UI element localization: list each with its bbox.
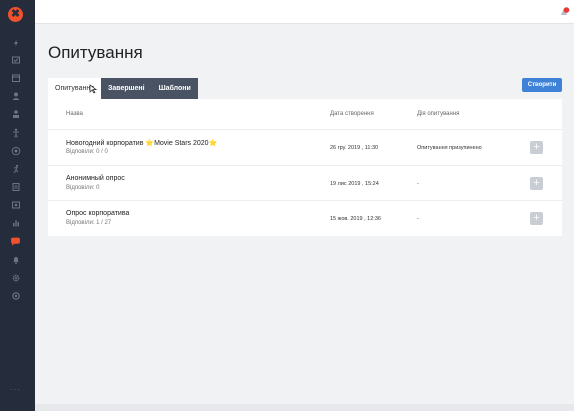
survey-name[interactable]: Анонимный опрос: [66, 175, 125, 182]
add-button[interactable]: +: [530, 212, 543, 225]
survey-action: -: [417, 216, 419, 222]
table-row[interactable]: Новогодний корпоратив ⭐Movie Stars 2020⭐…: [48, 129, 562, 165]
settings-icon[interactable]: [9, 289, 22, 302]
page-title: Опитування: [48, 43, 143, 62]
chat-icon[interactable]: [9, 235, 22, 248]
add-button[interactable]: +: [530, 141, 543, 154]
sidebar: ✖ ···: [0, 0, 35, 411]
column-header-date: Дата створення: [330, 111, 374, 117]
app-logo[interactable]: ✖: [8, 7, 23, 22]
survey-date: 26 гру. 2019 , 11:30: [330, 145, 379, 151]
person-icon[interactable]: [9, 126, 22, 139]
notification-icon[interactable]: [558, 6, 570, 18]
survey-date: 19 лис 2019 , 15:24: [330, 181, 379, 187]
table-row[interactable]: Опрос корпоратива Відповіли: 1 / 27 15 ж…: [48, 200, 562, 236]
create-button[interactable]: Створити: [522, 78, 562, 92]
table-row[interactable]: Анонимный опрос Відповіли: 0 19 лис 2019…: [48, 165, 562, 201]
survey-action: Опитування призупинено: [417, 145, 482, 151]
mouse-cursor-icon: [89, 84, 97, 94]
user-icon[interactable]: [9, 89, 22, 102]
add-button[interactable]: +: [530, 177, 543, 190]
tab-templates[interactable]: Шаблони: [151, 78, 198, 99]
check-icon[interactable]: [9, 53, 22, 66]
chart-icon[interactable]: [9, 216, 22, 229]
column-header-name: Назва: [66, 111, 83, 117]
doc-icon[interactable]: [9, 180, 22, 193]
survey-date: 15 жов. 2019 , 12:36: [330, 216, 381, 222]
column-header-action: Дія опитування: [417, 111, 460, 117]
survey-responses: Відповіли: 0: [66, 185, 100, 191]
target-icon[interactable]: [9, 144, 22, 157]
run-icon[interactable]: [9, 162, 22, 175]
users-icon[interactable]: [9, 107, 22, 120]
lightning-icon[interactable]: [9, 36, 22, 49]
survey-name[interactable]: Опрос корпоратива: [66, 210, 129, 217]
survey-responses: Відповіли: 0 / 0: [66, 149, 108, 155]
gallery-icon[interactable]: [9, 198, 22, 211]
survey-responses: Відповіли: 1 / 27: [66, 220, 112, 226]
surveys-table: Назва Дата створення Дія опитування Ново…: [48, 99, 562, 236]
survey-name[interactable]: Новогодний корпоратив ⭐Movie Stars 2020⭐: [66, 139, 217, 147]
calendar-icon[interactable]: [9, 71, 22, 84]
more-icon[interactable]: ···: [10, 385, 21, 394]
tab-completed[interactable]: Завершені: [101, 78, 152, 99]
top-bar: ▾: [35, 0, 574, 24]
bell-icon[interactable]: [9, 253, 22, 266]
tabs: Опитування Завершені Шаблони: [48, 78, 198, 99]
survey-action: -: [417, 181, 419, 187]
bottom-bar: [35, 404, 574, 411]
gear-icon[interactable]: [9, 271, 22, 284]
